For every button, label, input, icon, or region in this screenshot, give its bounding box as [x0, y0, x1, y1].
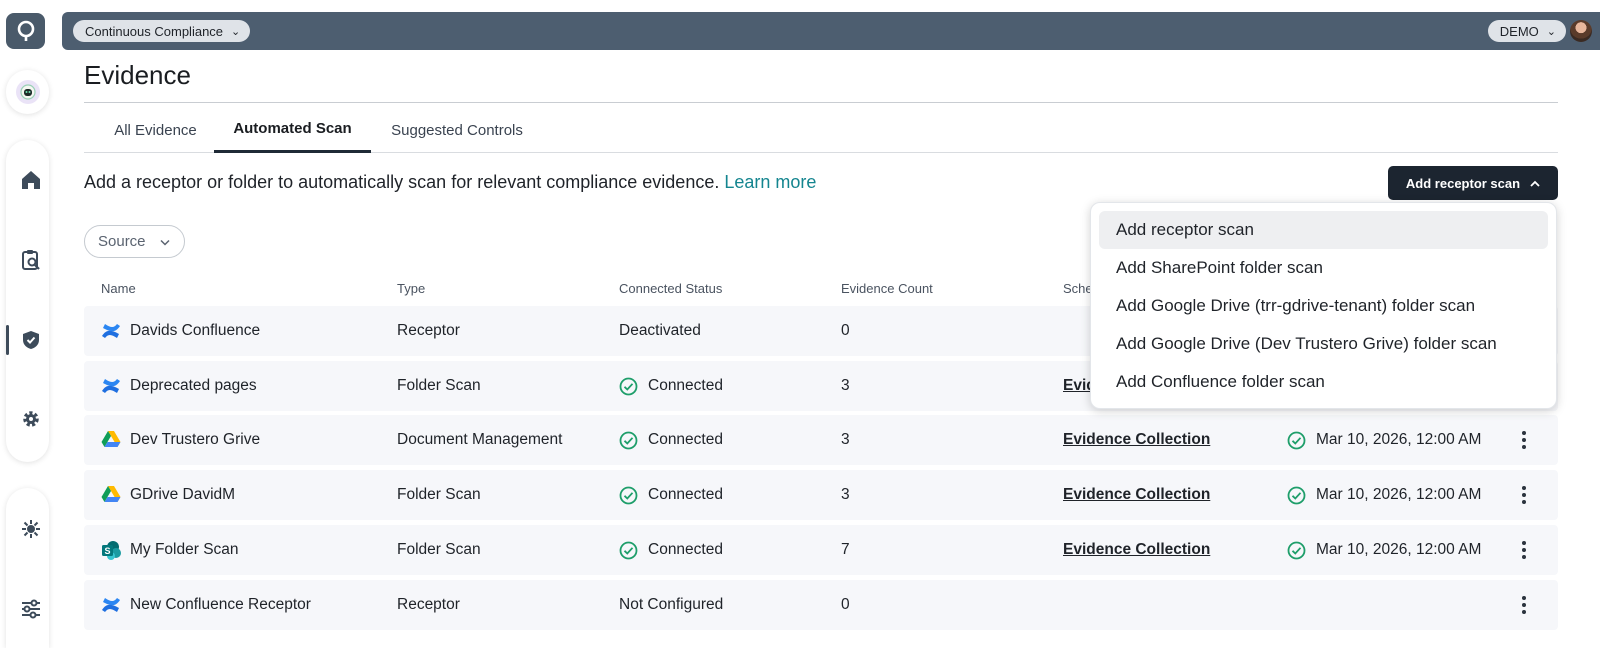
tab-all-evidence[interactable]: All Evidence [98, 107, 213, 153]
source-filter-label: Source [98, 233, 146, 250]
menu-item-add-confluence-folder-scan[interactable]: Add Confluence folder scan [1099, 363, 1548, 401]
menu-item-add-sharepoint-folder-scan[interactable]: Add SharePoint folder scan [1099, 249, 1548, 287]
svg-text:S: S [104, 546, 110, 556]
menu-item-add-receptor-scan[interactable]: Add receptor scan [1099, 211, 1548, 249]
connected-check-icon [619, 431, 638, 450]
workspace-selector[interactable]: Continuous Compliance ⌄ [73, 20, 251, 42]
row-count: 3 [841, 431, 850, 448]
row-last-scan: Mar 10, 2026, 12:00 AM [1316, 541, 1482, 558]
assistant-card[interactable] [6, 70, 49, 114]
table-row[interactable]: New Confluence Receptor Receptor Not Con… [84, 580, 1558, 630]
confluence-icon [101, 595, 121, 615]
settings-gear-icon[interactable] [19, 407, 43, 431]
tab-suggested-controls[interactable]: Suggested Controls [372, 107, 542, 153]
org-label: DEMO [1499, 23, 1539, 39]
scan-success-icon [1287, 431, 1306, 450]
row-more-menu-icon[interactable] [1514, 580, 1534, 630]
row-status: Connected [648, 486, 723, 503]
row-type: Receptor [397, 322, 460, 339]
row-more-menu-icon[interactable] [1514, 525, 1534, 575]
google-drive-icon [101, 485, 121, 505]
page-title: Evidence [84, 60, 191, 90]
assistant-bot-icon[interactable] [15, 79, 41, 105]
column-header-status[interactable]: Connected Status [619, 281, 722, 296]
row-name: New Confluence Receptor [130, 596, 311, 613]
add-scan-dropdown-menu: Add receptor scan Add SharePoint folder … [1090, 202, 1557, 409]
row-status: Connected [648, 431, 723, 448]
column-header-schedule[interactable]: Sche [1063, 281, 1093, 296]
row-name: My Folder Scan [130, 541, 239, 558]
main-nav [6, 140, 49, 462]
org-selector[interactable]: DEMO ⌄ [1487, 20, 1566, 42]
column-header-count[interactable]: Evidence Count [841, 281, 933, 296]
source-filter[interactable]: Source [84, 225, 185, 258]
row-type: Receptor [397, 596, 460, 613]
confluence-icon [101, 376, 121, 396]
tab-automated-scan[interactable]: Automated Scan [214, 107, 371, 153]
row-name: Dev Trustero Grive [130, 431, 261, 448]
add-receptor-scan-button[interactable]: Add receptor scan [1388, 166, 1558, 200]
app-logo-icon[interactable] [6, 13, 45, 49]
row-name: Deprecated pages [130, 377, 257, 394]
row-count: 0 [841, 596, 850, 613]
connected-check-icon [619, 377, 638, 396]
row-status: Not Configured [619, 596, 724, 613]
table-row[interactable]: Dev Trustero Grive Document Management C… [84, 415, 1558, 465]
row-last-scan: Mar 10, 2026, 12:00 AM [1316, 431, 1482, 448]
row-schedule-link[interactable]: Evidence Collection [1063, 525, 1210, 575]
column-header-type[interactable]: Type [397, 281, 425, 296]
workspace-label: Continuous Compliance [85, 23, 224, 39]
chevron-down-icon: ⌄ [231, 25, 241, 38]
shield-check-icon[interactable] [19, 328, 43, 352]
row-count: 3 [841, 377, 850, 394]
row-count: 3 [841, 486, 850, 503]
column-header-name[interactable]: Name [101, 281, 136, 296]
row-status: Connected [648, 377, 723, 394]
clipboard-search-icon[interactable] [19, 248, 43, 272]
scan-success-icon [1287, 486, 1306, 505]
row-more-menu-icon[interactable] [1514, 470, 1534, 520]
row-type: Folder Scan [397, 486, 481, 503]
row-status: Deactivated [619, 322, 701, 339]
row-last-scan: Mar 10, 2026, 12:00 AM [1316, 486, 1482, 503]
intro-text: Add a receptor or folder to automaticall… [84, 172, 816, 193]
row-schedule-link[interactable]: Evidence Collection [1063, 470, 1210, 520]
integrations-hub-icon[interactable] [19, 517, 43, 541]
row-type: Folder Scan [397, 377, 481, 394]
user-avatar[interactable] [1570, 20, 1592, 42]
row-schedule-link[interactable]: Evidence Collection [1063, 415, 1210, 465]
active-indicator [6, 325, 9, 355]
menu-item-add-gdrive-tenant-folder-scan[interactable]: Add Google Drive (trr-gdrive-tenant) fol… [1099, 287, 1548, 325]
chevron-down-icon [160, 233, 170, 250]
row-type: Document Management [397, 431, 563, 448]
row-type: Folder Scan [397, 541, 481, 558]
menu-item-add-gdrive-dev-folder-scan[interactable]: Add Google Drive (Dev Trustero Grive) fo… [1099, 325, 1548, 363]
sharepoint-icon: S [101, 540, 121, 560]
google-drive-icon [101, 430, 121, 450]
add-button-label: Add receptor scan [1405, 175, 1521, 191]
chevron-down-icon: ⌄ [1546, 25, 1556, 38]
row-name: GDrive DavidM [130, 486, 236, 503]
row-more-menu-icon[interactable] [1514, 415, 1534, 465]
row-count: 0 [841, 322, 850, 339]
connected-check-icon [619, 486, 638, 505]
secondary-nav [6, 488, 49, 648]
confluence-icon [101, 321, 121, 341]
row-name: Davids Confluence [130, 322, 261, 339]
scan-success-icon [1287, 541, 1306, 560]
learn-more-link[interactable]: Learn more [724, 172, 816, 192]
title-divider [84, 102, 1558, 103]
left-rail [0, 0, 54, 648]
sliders-icon[interactable] [19, 597, 43, 621]
chevron-up-icon [1530, 176, 1540, 191]
intro-description: Add a receptor or folder to automaticall… [84, 172, 725, 192]
top-bar: Continuous Compliance ⌄ DEMO ⌄ [62, 12, 1600, 50]
connected-check-icon [619, 541, 638, 560]
row-count: 7 [841, 541, 850, 558]
row-status: Connected [648, 541, 723, 558]
evidence-tabs: All Evidence Automated Scan Suggested Co… [84, 107, 1558, 153]
table-row[interactable]: S My Folder Scan Folder Scan Connected 7 … [84, 525, 1558, 575]
table-row[interactable]: GDrive DavidM Folder Scan Connected 3 Ev… [84, 470, 1558, 520]
home-icon[interactable] [19, 168, 43, 192]
